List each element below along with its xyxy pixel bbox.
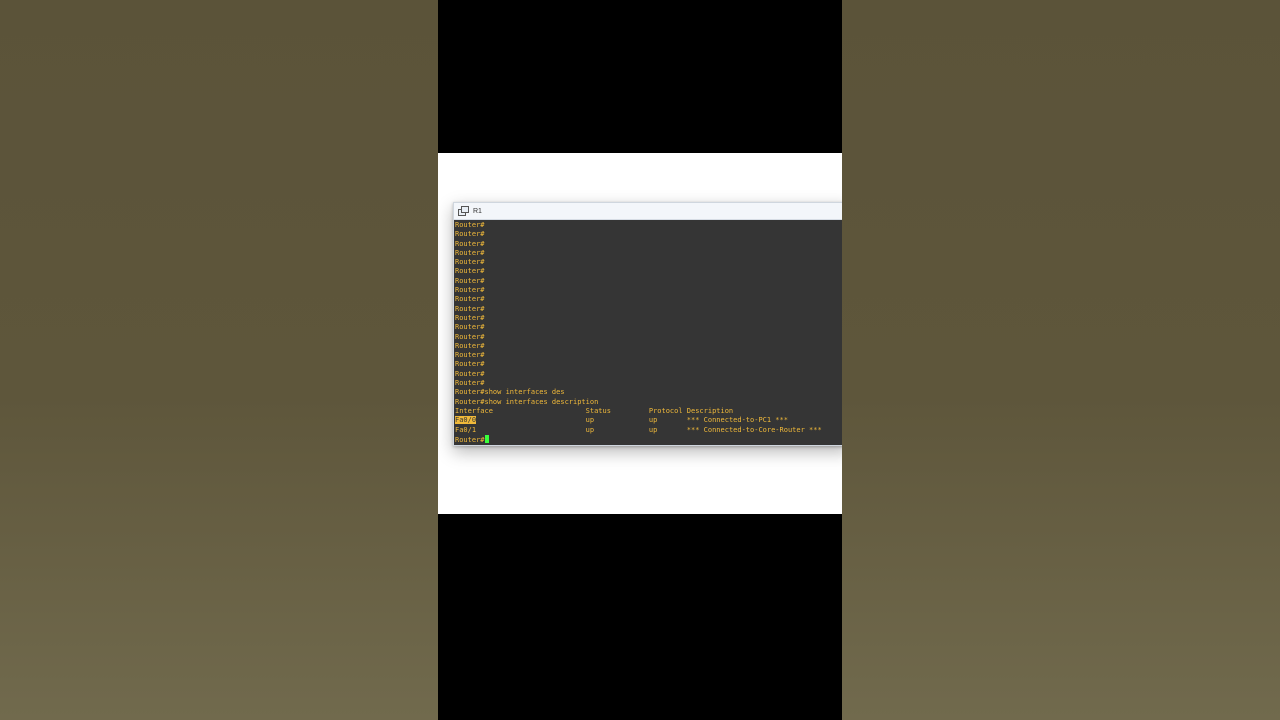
prompt-line: Router#	[455, 313, 485, 322]
final-prompt: Router#	[455, 435, 485, 444]
prompt-line: Router#	[455, 286, 485, 295]
row-details: up up *** Connected-to-Core-Router ***	[476, 425, 822, 434]
prompt-line: Router#	[455, 258, 485, 267]
prompt-line: Router#	[455, 351, 485, 360]
prompt-line: Router#	[455, 304, 485, 313]
prompt-line: Router#	[455, 332, 485, 341]
active-prompt-line[interactable]: Router#	[455, 434, 842, 444]
prompt-line: Router#	[455, 276, 485, 285]
left-blurred-background	[0, 0, 438, 720]
window-title: R1	[473, 207, 482, 215]
right-blurred-background	[842, 0, 1280, 720]
prompt-line: Router#	[455, 239, 485, 248]
prompt-line: Router#	[455, 295, 485, 304]
terminal-titlebar[interactable]: R1	[454, 203, 842, 220]
prompt-line: Router#	[455, 379, 485, 388]
table-row: Fa0/0 up up *** Connected-to-PC1 ***	[455, 416, 842, 425]
prompt-line: Router#	[455, 230, 485, 239]
interface-name-selected[interactable]: Fa0/0	[455, 416, 477, 425]
table-row: Fa0/1 up up *** Connected-to-Core-Router…	[455, 426, 842, 435]
prompt-line: Router#	[455, 267, 485, 276]
prompt-line: Router#	[455, 221, 485, 229]
prompt-line: Router#	[455, 248, 485, 257]
screen-capture: R1 Router# Router# Router# Router# Route…	[438, 153, 842, 514]
terminal-window[interactable]: R1 Router# Router# Router# Router# Route…	[453, 202, 842, 446]
terminal-app-icon	[458, 206, 469, 216]
prompt-line: Router#	[455, 323, 485, 332]
prompt-line: Router#	[455, 360, 485, 369]
command-line: Router#show interfaces description	[455, 397, 599, 406]
command-line: Router#show interfaces des	[455, 388, 565, 397]
row-details: up up *** Connected-to-PC1 ***	[476, 416, 788, 425]
prompt-line: Router#	[455, 369, 485, 378]
prompt-line: Router#	[455, 341, 485, 350]
text-cursor	[484, 434, 489, 443]
interface-name: Fa0/1	[455, 425, 477, 434]
table-header: Interface Status Protocol Description	[455, 406, 734, 415]
terminal-output[interactable]: Router# Router# Router# Router# Router# …	[454, 220, 842, 444]
video-frame: R1 Router# Router# Router# Router# Route…	[438, 0, 842, 720]
